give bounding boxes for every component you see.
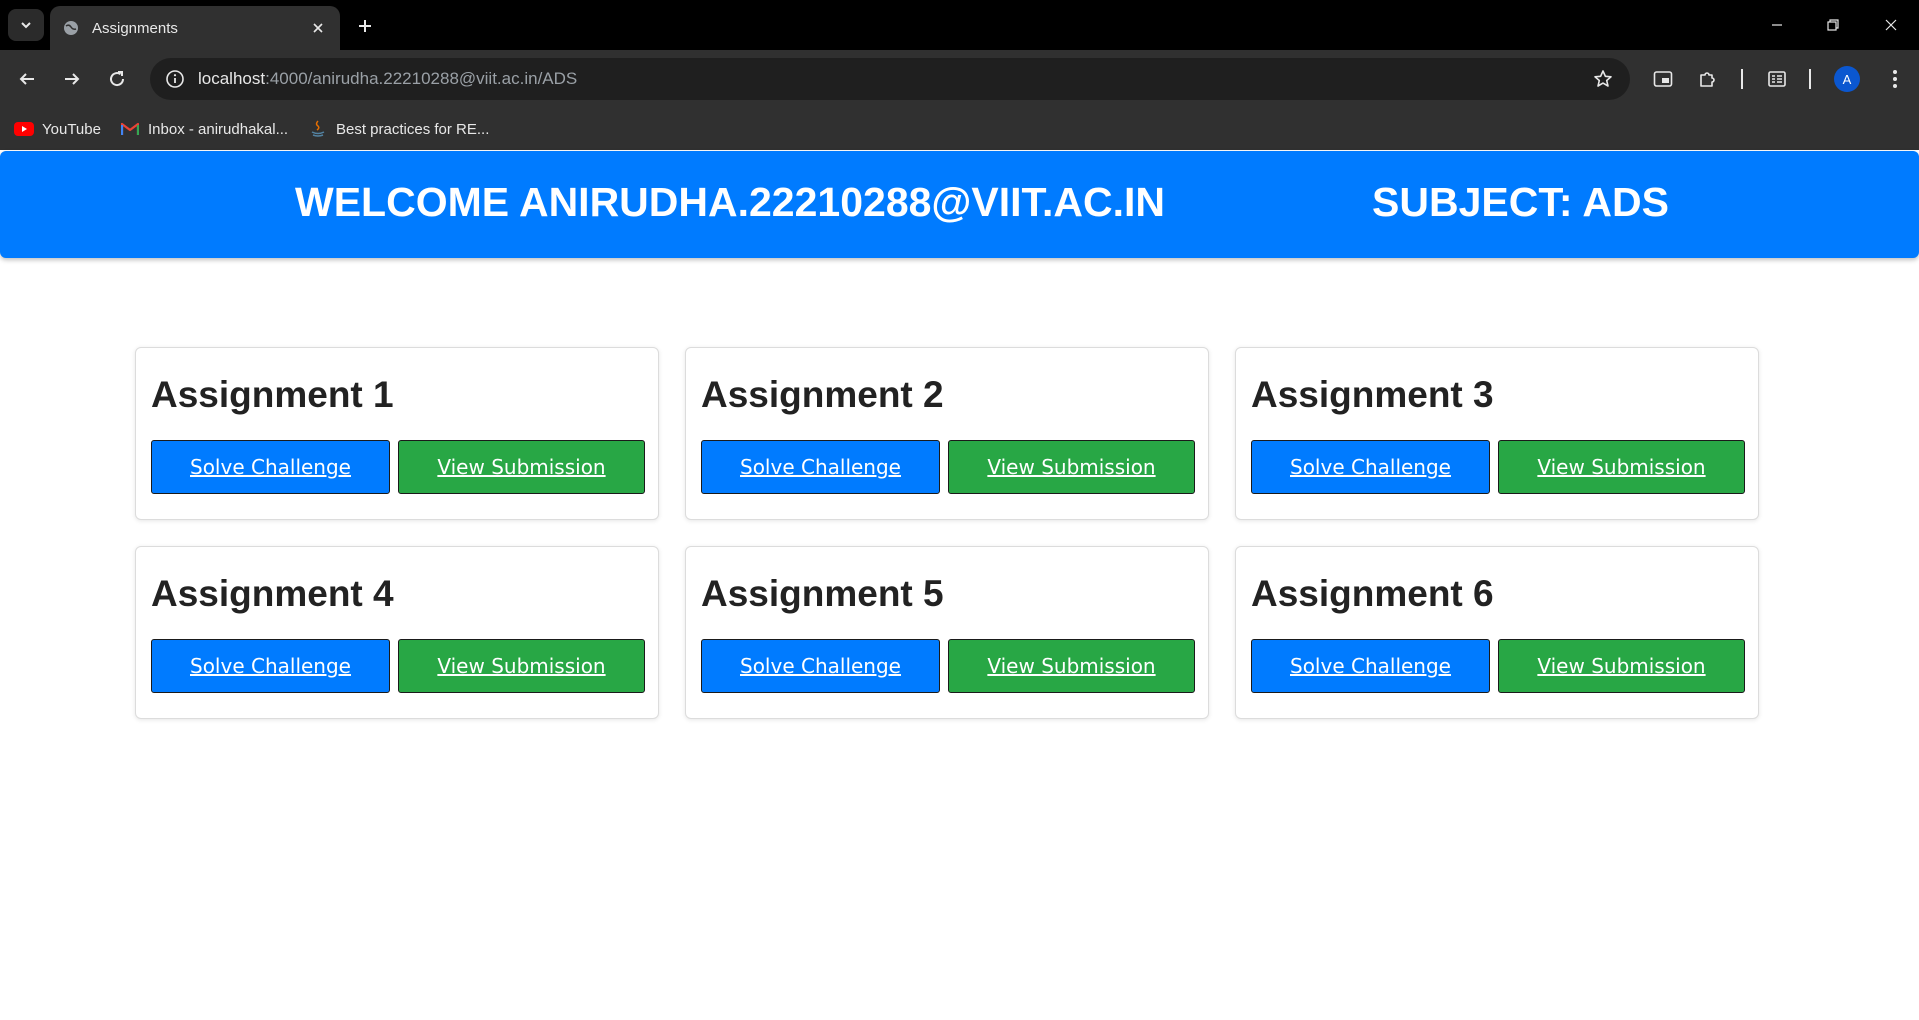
menu-icon[interactable] bbox=[1880, 64, 1910, 94]
solve-challenge-button[interactable]: Solve Challenge bbox=[701, 639, 940, 693]
view-submission-button[interactable]: View Submission bbox=[1498, 639, 1745, 693]
reload-icon bbox=[110, 71, 125, 87]
cast-icon[interactable] bbox=[1648, 64, 1678, 94]
profile-avatar[interactable]: A bbox=[1834, 66, 1860, 92]
assignment-card: Assignment 4 Solve Challenge View Submis… bbox=[135, 546, 659, 719]
assignment-card: Assignment 1 Solve Challenge View Submis… bbox=[135, 347, 659, 520]
assignment-title: Assignment 1 bbox=[151, 374, 394, 415]
chevron-down-icon bbox=[21, 22, 31, 29]
tab-assignments[interactable]: Assignments bbox=[50, 6, 340, 50]
tab-title: Assignments bbox=[92, 19, 178, 37]
browser-toolbar: localhost:4000/anirudha.22210288@viit.ac… bbox=[0, 50, 1919, 108]
assignment-card: Assignment 5 Solve Challenge View Submis… bbox=[685, 546, 1209, 719]
assignment-title: Assignment 2 bbox=[701, 374, 944, 415]
bookmark-label: YouTube bbox=[42, 120, 101, 138]
assignments-grid: Assignment 1 Solve Challenge View Submis… bbox=[135, 347, 1760, 719]
gmail-icon bbox=[120, 121, 140, 137]
youtube-icon bbox=[14, 121, 34, 137]
bookmark-label: Inbox - anirudhakal... bbox=[148, 120, 289, 138]
arrow-right-icon bbox=[65, 73, 80, 85]
view-submission-button[interactable]: View Submission bbox=[398, 440, 645, 494]
welcome-text: WELCOME ANIRUDHA.22210288@VIIT.AC.IN bbox=[295, 179, 1166, 225]
solve-challenge-button[interactable]: Solve Challenge bbox=[151, 639, 390, 693]
bookmark-youtube[interactable]: YouTube bbox=[14, 116, 101, 142]
page-header: WELCOME ANIRUDHA.22210288@VIIT.AC.IN SUB… bbox=[0, 151, 1919, 258]
url-host: localhost bbox=[198, 69, 266, 88]
restore-button[interactable] bbox=[1818, 10, 1848, 40]
assignment-title: Assignment 5 bbox=[701, 573, 944, 614]
solve-challenge-button[interactable]: Solve Challenge bbox=[1251, 440, 1490, 494]
assignment-card: Assignment 6 Solve Challenge View Submis… bbox=[1235, 546, 1759, 719]
address-bar[interactable]: localhost:4000/anirudha.22210288@viit.ac… bbox=[150, 58, 1630, 100]
view-submission-button[interactable]: View Submission bbox=[1498, 440, 1745, 494]
toolbar-divider bbox=[1809, 69, 1811, 89]
toolbar-divider bbox=[1741, 69, 1743, 89]
minimize-icon bbox=[1772, 24, 1782, 26]
assignment-title: Assignment 4 bbox=[151, 573, 394, 614]
tab-strip: Assignments bbox=[0, 0, 1919, 50]
bookmark-star-icon[interactable] bbox=[1592, 68, 1614, 90]
tab-search-button[interactable] bbox=[8, 9, 44, 41]
bookmark-label: Best practices for RE... bbox=[336, 120, 490, 138]
bookmarks-bar: YouTube Inbox - anirudhakal... Best prac… bbox=[0, 108, 1919, 150]
view-submission-button[interactable]: View Submission bbox=[398, 639, 645, 693]
reading-list-icon[interactable] bbox=[1762, 64, 1792, 94]
minimize-button[interactable] bbox=[1762, 10, 1792, 40]
java-icon bbox=[308, 120, 328, 137]
bookmark-gmail[interactable]: Inbox - anirudhakal... bbox=[120, 116, 288, 142]
plus-icon bbox=[359, 20, 371, 32]
view-submission-button[interactable]: View Submission bbox=[948, 440, 1195, 494]
subject-text: SUBJECT: ADS bbox=[1372, 179, 1669, 225]
arrow-left-icon bbox=[19, 73, 34, 85]
back-button[interactable] bbox=[12, 64, 42, 94]
url-path: :4000/anirudha.22210288@viit.ac.in/ADS bbox=[265, 69, 578, 88]
reload-button[interactable] bbox=[102, 64, 132, 94]
assignment-title: Assignment 6 bbox=[1251, 573, 1494, 614]
assignment-card: Assignment 2 Solve Challenge View Submis… bbox=[685, 347, 1209, 520]
close-icon[interactable] bbox=[308, 18, 328, 38]
solve-challenge-button[interactable]: Solve Challenge bbox=[151, 440, 390, 494]
extensions-icon[interactable] bbox=[1693, 64, 1723, 94]
close-icon bbox=[1885, 19, 1897, 31]
bookmark-best-practices[interactable]: Best practices for RE... bbox=[308, 116, 489, 142]
globe-icon bbox=[62, 19, 80, 37]
new-tab-button[interactable] bbox=[352, 13, 378, 39]
view-submission-button[interactable]: View Submission bbox=[948, 639, 1195, 693]
window-close-button[interactable] bbox=[1876, 10, 1906, 40]
assignment-title: Assignment 3 bbox=[1251, 374, 1494, 415]
solve-challenge-button[interactable]: Solve Challenge bbox=[1251, 639, 1490, 693]
forward-button[interactable] bbox=[57, 64, 87, 94]
assignment-card: Assignment 3 Solve Challenge View Submis… bbox=[1235, 347, 1759, 520]
solve-challenge-button[interactable]: Solve Challenge bbox=[701, 440, 940, 494]
restore-icon bbox=[1827, 19, 1839, 31]
site-info-icon[interactable] bbox=[164, 68, 186, 90]
